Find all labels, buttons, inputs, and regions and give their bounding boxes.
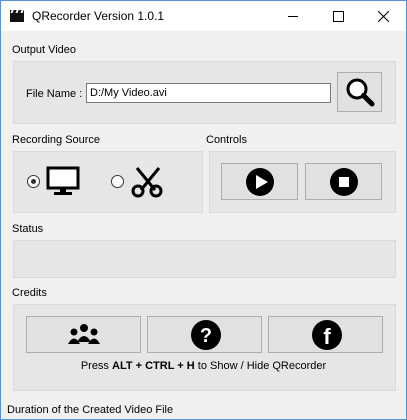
duration-label: Duration of the Created Video File xyxy=(7,404,174,416)
hotkey-prefix: Press xyxy=(80,360,112,372)
status-label: Status xyxy=(12,223,44,235)
status-box xyxy=(13,240,396,278)
hotkey-keys: ALT + CTRL + H xyxy=(112,360,195,372)
hotkey-hint: Press ALT + CTRL + H to Show / Hide QRec… xyxy=(1,360,406,372)
help-button[interactable]: ? xyxy=(147,316,262,353)
minimize-icon xyxy=(288,16,298,17)
hotkey-suffix: to Show / Hide QRecorder xyxy=(194,360,327,372)
play-button[interactable] xyxy=(221,163,298,200)
file-name-input[interactable] xyxy=(86,83,331,103)
recording-source-label: Recording Source xyxy=(12,134,101,146)
minimize-button[interactable] xyxy=(271,1,316,31)
stop-button[interactable] xyxy=(305,163,382,200)
svg-text:f: f xyxy=(323,324,331,349)
svg-text:?: ? xyxy=(200,325,212,347)
facebook-icon: f xyxy=(312,320,342,350)
play-icon xyxy=(246,168,274,196)
help-icon: ? xyxy=(191,320,221,350)
maximize-button[interactable] xyxy=(316,1,361,31)
stop-icon xyxy=(330,168,358,196)
team-button[interactable] xyxy=(26,316,141,353)
credits-label: Credits xyxy=(12,287,47,299)
output-video-label: Output Video xyxy=(12,44,77,56)
close-button[interactable] xyxy=(361,1,406,31)
browse-button[interactable] xyxy=(337,72,382,112)
controls-label: Controls xyxy=(206,134,247,146)
maximize-icon xyxy=(333,11,344,22)
title-bar[interactable]: QRecorder Version 1.0.1 xyxy=(1,1,406,31)
main-window: QRecorder Version 1.0.1 Output Video Fil… xyxy=(0,0,407,420)
screen-source-radio[interactable] xyxy=(27,175,40,188)
facebook-button[interactable]: f xyxy=(268,316,383,353)
recording-source-group xyxy=(13,151,203,213)
group-icon xyxy=(68,324,100,344)
region-source-radio[interactable] xyxy=(111,175,124,188)
window-title: QRecorder Version 1.0.1 xyxy=(32,9,165,23)
clapperboard-icon xyxy=(10,10,24,22)
monitor-icon[interactable] xyxy=(46,166,80,196)
search-icon xyxy=(346,78,375,107)
scissors-icon[interactable] xyxy=(129,164,165,198)
file-name-label: File Name : xyxy=(26,88,83,100)
close-icon xyxy=(378,11,389,22)
